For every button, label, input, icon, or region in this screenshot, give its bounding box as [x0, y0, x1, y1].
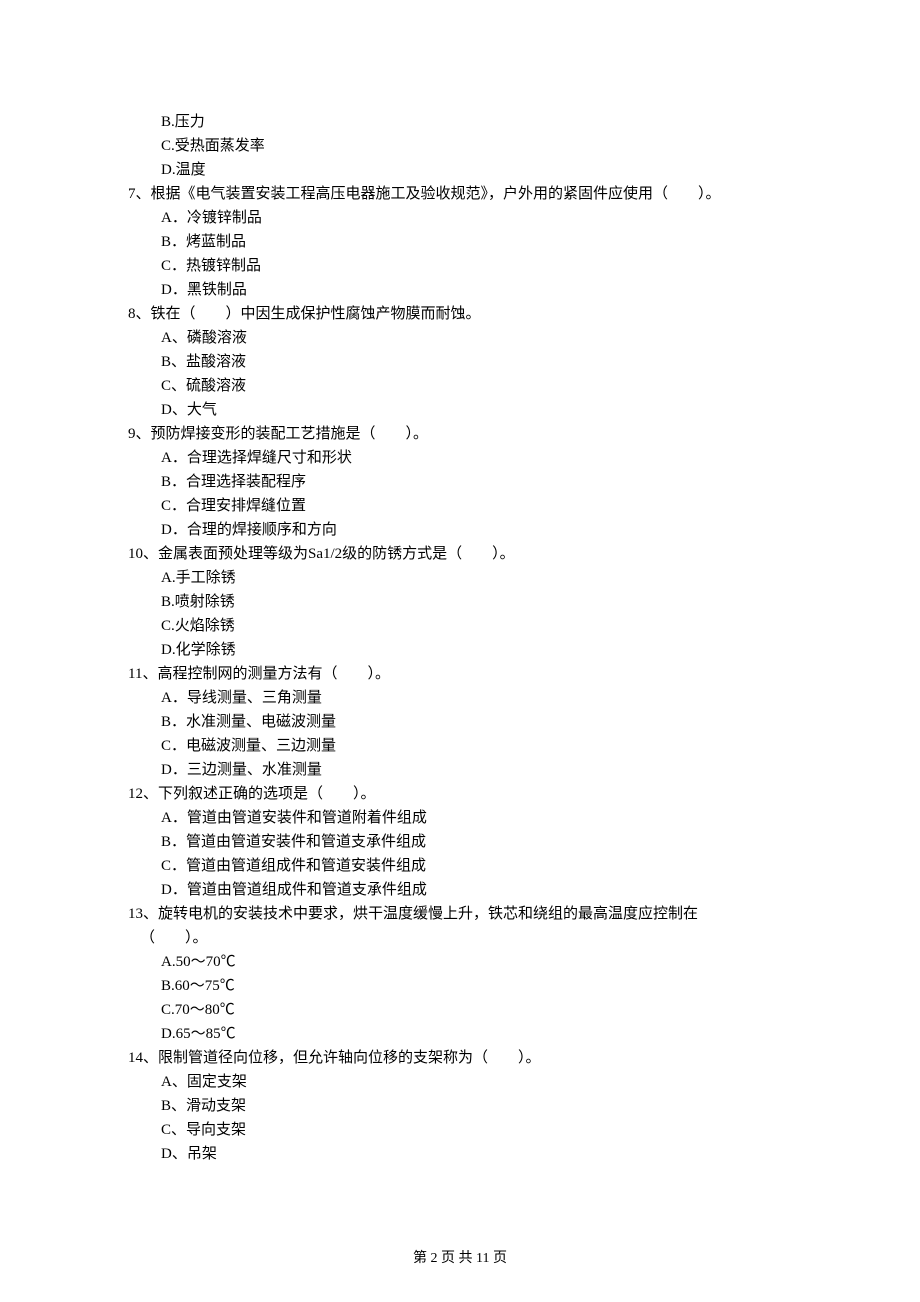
q8-option-d: D、大气: [161, 398, 792, 422]
q8-option-c: C、硫酸溶液: [161, 374, 792, 398]
q6-option-d: D.温度: [161, 158, 792, 182]
q14-option-c: C、导向支架: [161, 1118, 792, 1142]
q11-option-c: C．电磁波测量、三边测量: [161, 734, 792, 758]
q14-option-b: B、滑动支架: [161, 1094, 792, 1118]
q7-option-b: B．烤蓝制品: [161, 230, 792, 254]
q9-stem: 9、预防焊接变形的装配工艺措施是（ ）。: [128, 422, 792, 446]
q9-option-b: B．合理选择装配程序: [161, 470, 792, 494]
q11-stem: 11、高程控制网的测量方法有（ ）。: [128, 662, 792, 686]
q7-stem: 7、根据《电气装置安装工程高压电器施工及验收规范》，户外用的紧固件应使用（ ）。: [128, 182, 792, 206]
q11-option-a: A．导线测量、三角测量: [161, 686, 792, 710]
q11-option-b: B．水准测量、电磁波测量: [161, 710, 792, 734]
q10-option-c: C.火焰除锈: [161, 614, 792, 638]
q9-option-a: A．合理选择焊缝尺寸和形状: [161, 446, 792, 470]
q8-option-b: B、盐酸溶液: [161, 350, 792, 374]
q13-stem-line2: （ ）。: [140, 926, 792, 950]
q11-option-d: D．三边测量、水准测量: [161, 758, 792, 782]
q13-option-c: C.70～80℃: [161, 998, 792, 1022]
q12-stem: 12、下列叙述正确的选项是（ ）。: [128, 782, 792, 806]
q12-option-a: A．管道由管道安装件和管道附着件组成: [161, 806, 792, 830]
q14-option-a: A、固定支架: [161, 1070, 792, 1094]
q12-option-c: C．管道由管道组成件和管道安装件组成: [161, 854, 792, 878]
q13-option-d: D.65～85℃: [161, 1022, 792, 1046]
q10-option-b: B.喷射除锈: [161, 590, 792, 614]
q8-option-a: A、磷酸溶液: [161, 326, 792, 350]
q14-stem: 14、限制管道径向位移，但允许轴向位移的支架称为（ ）。: [128, 1046, 792, 1070]
q8-stem: 8、铁在（ ）中因生成保护性腐蚀产物膜而耐蚀。: [128, 302, 792, 326]
page-content: B.压力 C.受热面蒸发率 D.温度 7、根据《电气装置安装工程高压电器施工及验…: [0, 0, 920, 1226]
q6-option-c: C.受热面蒸发率: [161, 134, 792, 158]
q10-option-d: D.化学除锈: [161, 638, 792, 662]
q6-option-b: B.压力: [161, 110, 792, 134]
q13-stem-line1: 13、旋转电机的安装技术中要求，烘干温度缓慢上升，铁芯和绕组的最高温度应控制在: [128, 902, 792, 926]
q9-option-d: D．合理的焊接顺序和方向: [161, 518, 792, 542]
q7-option-c: C．热镀锌制品: [161, 254, 792, 278]
q13-option-b: B.60～75℃: [161, 974, 792, 998]
q12-option-d: D．管道由管道组成件和管道支承件组成: [161, 878, 792, 902]
q7-option-d: D．黑铁制品: [161, 278, 792, 302]
q14-option-d: D、吊架: [161, 1142, 792, 1166]
q9-option-c: C．合理安排焊缝位置: [161, 494, 792, 518]
q10-option-a: A.手工除锈: [161, 566, 792, 590]
q12-option-b: B．管道由管道安装件和管道支承件组成: [161, 830, 792, 854]
q13-option-a: A.50～70℃: [161, 950, 792, 974]
q10-stem: 10、金属表面预处理等级为Sa1/2级的防锈方式是（ ）。: [128, 542, 792, 566]
q7-option-a: A．冷镀锌制品: [161, 206, 792, 230]
page-footer: 第 2 页 共 11 页: [0, 1248, 920, 1270]
